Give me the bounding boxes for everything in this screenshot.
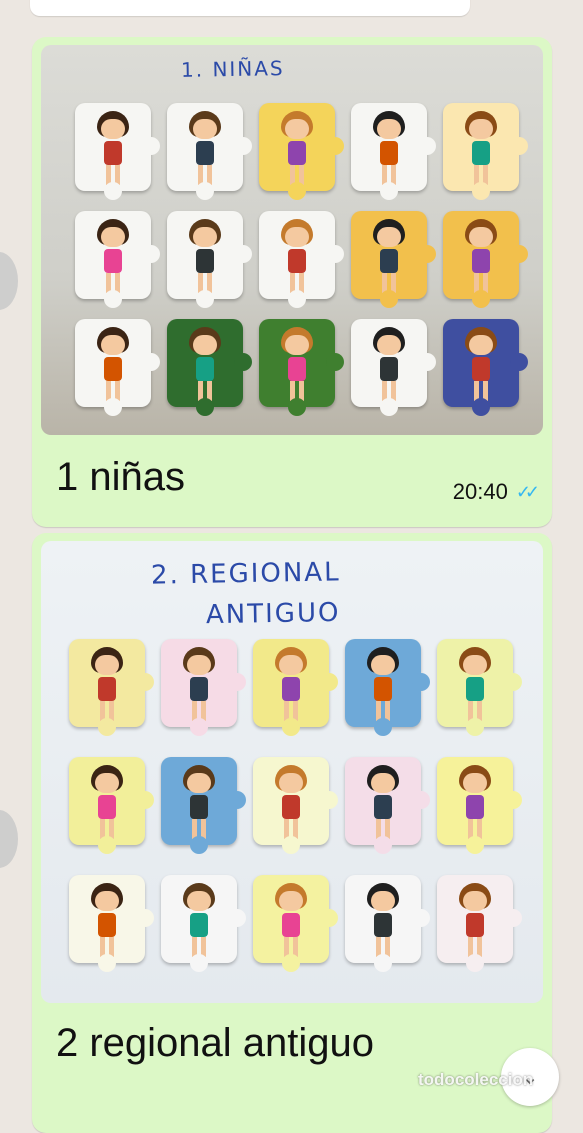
- sticker-tile: [69, 757, 154, 854]
- doll-figure: [93, 327, 133, 405]
- forward-button[interactable]: [0, 810, 18, 868]
- sticker-tile: [167, 103, 252, 200]
- doll-figure: [271, 765, 311, 843]
- sticker-tile: [437, 639, 522, 736]
- sticker-tile: [259, 103, 344, 200]
- doll-figure: [185, 111, 225, 189]
- sticker-tile: [351, 103, 436, 200]
- doll-figure: [369, 327, 409, 405]
- sticker-tile: [345, 875, 430, 972]
- doll-figure: [363, 647, 403, 725]
- doll-figure: [455, 647, 495, 725]
- message-bubble[interactable]: 2. REGIONAL ANTIGUO 2 regional antiguo: [32, 533, 552, 1133]
- sticker-tile: [253, 757, 338, 854]
- forward-button[interactable]: [0, 252, 18, 310]
- doll-figure: [87, 765, 127, 843]
- doll-figure: [461, 111, 501, 189]
- doll-figure: [93, 219, 133, 297]
- sticker-tile: [253, 639, 338, 736]
- doll-figure: [277, 219, 317, 297]
- message-time: 20:40: [452, 479, 508, 504]
- sticker-tile: [345, 757, 430, 854]
- sticker-tile: [161, 875, 246, 972]
- doll-figure: [179, 883, 219, 961]
- sticker-tile: [69, 875, 154, 972]
- doll-figure: [93, 111, 133, 189]
- sticker-tile: [259, 211, 344, 308]
- doll-figure: [185, 327, 225, 405]
- message-caption: 1 niñas: [56, 455, 185, 499]
- doll-figure: [455, 765, 495, 843]
- sticker-tile: [443, 103, 528, 200]
- doll-figure: [363, 765, 403, 843]
- sticker-tile: [351, 319, 436, 416]
- sticker-tile: [437, 875, 522, 972]
- doll-figure: [363, 883, 403, 961]
- doll-figure: [87, 647, 127, 725]
- photo-heading: 2. REGIONAL: [150, 557, 341, 591]
- doll-figure: [455, 883, 495, 961]
- doll-figure: [369, 111, 409, 189]
- doll-figure: [185, 219, 225, 297]
- sticker-tile: [167, 319, 252, 416]
- previous-message-bubble[interactable]: [30, 0, 470, 16]
- sticker-tile: [75, 103, 160, 200]
- message-bubble[interactable]: 1. NIÑAS 1 niñas 20:40 ✓✓: [32, 37, 552, 527]
- doll-figure: [277, 327, 317, 405]
- photo-heading: ANTIGUO: [205, 597, 341, 631]
- photo-heading: 1. NIÑAS: [180, 56, 285, 82]
- sticker-tile: [75, 211, 160, 308]
- sticker-tile: [443, 211, 528, 308]
- sticker-tile: [253, 875, 338, 972]
- sticker-tile: [351, 211, 436, 308]
- sticker-tile: [167, 211, 252, 308]
- sticker-tile: [345, 639, 430, 736]
- doll-figure: [369, 219, 409, 297]
- sticker-tile: [75, 319, 160, 416]
- sticker-tile: [69, 639, 154, 736]
- doll-figure: [277, 111, 317, 189]
- sticker-tile: [161, 639, 246, 736]
- doll-figure: [271, 647, 311, 725]
- doll-figure: [271, 883, 311, 961]
- message-photo[interactable]: 2. REGIONAL ANTIGUO: [41, 541, 543, 1003]
- doll-figure: [179, 765, 219, 843]
- doll-figure: [461, 219, 501, 297]
- watermark: todocoleccion: [418, 1070, 534, 1089]
- message-meta: 20:40 ✓✓: [452, 479, 540, 505]
- sticker-tile: [437, 757, 522, 854]
- doll-figure: [461, 327, 501, 405]
- doll-figure: [87, 883, 127, 961]
- message-caption: 2 regional antiguo: [56, 1021, 375, 1065]
- sticker-tile: [443, 319, 528, 416]
- double-check-icon: ✓✓: [515, 481, 540, 502]
- sticker-tile: [161, 757, 246, 854]
- message-photo[interactable]: 1. NIÑAS: [41, 45, 543, 435]
- sticker-tile: [259, 319, 344, 416]
- doll-figure: [179, 647, 219, 725]
